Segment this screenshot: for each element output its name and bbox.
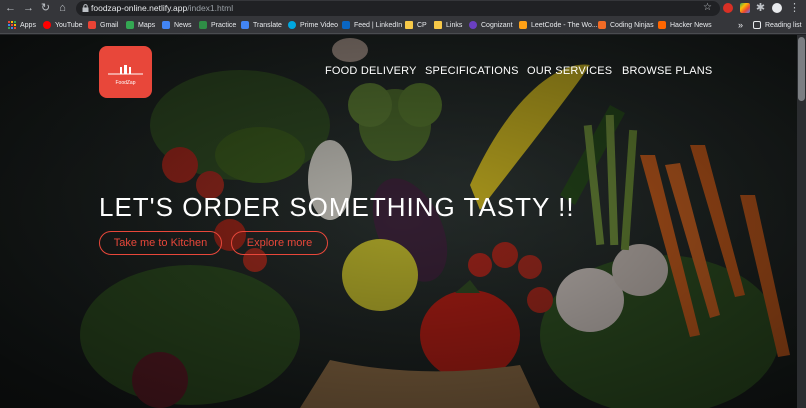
bookmark-apps[interactable]: Apps	[8, 17, 36, 33]
prime-video-icon	[288, 21, 296, 29]
leetcode-icon	[519, 21, 527, 29]
bookmark-links[interactable]: Links	[434, 17, 462, 33]
explore-more-button[interactable]: Explore more	[231, 231, 328, 255]
bookmark-label: Cognizant	[481, 21, 513, 29]
reading-list-icon	[753, 21, 761, 29]
bookmark-label: Practice	[211, 21, 237, 29]
lock-icon	[82, 4, 89, 12]
nav-our-services[interactable]: OUR SERVICES	[527, 65, 612, 77]
bookmark-label: CP	[417, 21, 427, 29]
bookmark-news[interactable]: News	[162, 17, 192, 33]
hero-title: LET'S ORDER SOMETHING TASTY !!	[99, 192, 575, 222]
address-bar[interactable]: foodzap-online.netlify.app/index1.html ☆	[76, 1, 720, 16]
bookmark-prime-video[interactable]: Prime Video	[288, 17, 338, 33]
logo-text: FoodZap	[115, 80, 136, 86]
coding-ninjas-icon	[598, 21, 606, 29]
bookmark-label: YouTube	[55, 21, 83, 29]
back-icon[interactable]: ←	[4, 2, 17, 15]
bookmark-translate[interactable]: Translate	[241, 17, 282, 33]
bookmark-gmail[interactable]: Gmail	[88, 17, 118, 33]
bookmark-label: Prime Video	[300, 21, 339, 29]
bookmark-label: Feed | LinkedIn	[354, 21, 403, 29]
nav-food-delivery[interactable]: FOOD DELIVERY	[325, 65, 417, 77]
bookmark-label: Links	[446, 21, 463, 29]
bookmark-cp[interactable]: CP	[405, 17, 427, 33]
bookmark-hacker-news[interactable]: Hacker News	[658, 17, 712, 33]
folder-icon	[405, 21, 413, 29]
bookmarks-overflow-button[interactable]: »	[738, 17, 743, 33]
scrollbar-thumb[interactable]	[798, 37, 805, 101]
bookmark-practice[interactable]: Practice	[199, 17, 236, 33]
hacker-news-icon	[658, 21, 666, 29]
bookmark-label: Maps	[138, 21, 156, 29]
translate-icon	[241, 21, 249, 29]
bookmark-label: LeetCode - The Wo...	[531, 21, 598, 29]
reload-icon[interactable]: ↻	[39, 2, 52, 15]
extension-icon[interactable]	[740, 3, 750, 13]
linkedin-icon	[342, 21, 350, 29]
bookmark-maps[interactable]: Maps	[126, 17, 155, 33]
bookmark-leetcode[interactable]: LeetCode - The Wo...	[519, 17, 598, 33]
gmail-icon	[88, 21, 96, 29]
menu-icon[interactable]: ⋮	[788, 2, 801, 15]
apps-grid-icon	[8, 21, 16, 29]
foodzap-logo[interactable]: FoodZap	[99, 46, 152, 98]
bookmark-label: Translate	[253, 21, 282, 29]
url-path: /index1.html	[187, 3, 234, 13]
news-icon	[162, 21, 170, 29]
url-host: foodzap-online.netlify.app	[91, 3, 188, 13]
url-text: foodzap-online.netlify.app/index1.html	[91, 1, 233, 16]
cognizant-icon	[469, 21, 477, 29]
extension-icon[interactable]	[723, 3, 733, 13]
avatar[interactable]	[772, 3, 782, 13]
bookmark-coding-ninjas[interactable]: Coding Ninjas	[598, 17, 654, 33]
bookmark-cognizant[interactable]: Cognizant	[469, 17, 513, 33]
forward-icon[interactable]: →	[22, 2, 35, 15]
maps-icon	[126, 21, 134, 29]
bookmark-youtube[interactable]: YouTube	[43, 17, 83, 33]
bookmark-label: Coding Ninjas	[610, 21, 654, 29]
bookmark-linkedin[interactable]: Feed | LinkedIn	[342, 17, 402, 33]
reading-list-label: Reading list	[765, 21, 802, 29]
practice-icon	[199, 21, 207, 29]
bookmarks-bar: Apps YouTube Gmail Maps News Practice Tr…	[0, 17, 806, 34]
cutlery-logo-icon	[108, 65, 143, 75]
puzzle-icon[interactable]: ✱	[754, 2, 767, 15]
nav-browse-plans[interactable]: BROWSE PLANS	[622, 65, 712, 77]
bookmark-label: Hacker News	[670, 21, 712, 29]
reading-list-button[interactable]: Reading list	[753, 17, 802, 33]
take-me-to-kitchen-button[interactable]: Take me to Kitchen	[99, 231, 222, 255]
youtube-icon	[43, 21, 51, 29]
home-icon[interactable]: ⌂	[56, 2, 69, 15]
bookmark-label: Apps	[20, 21, 36, 29]
hero-section: FoodZap FOOD DELIVERY SPECIFICATIONS OUR…	[0, 35, 806, 408]
browser-toolbar: ← → ↻ ⌂ foodzap-online.netlify.app/index…	[0, 0, 806, 17]
nav-specifications[interactable]: SPECIFICATIONS	[425, 65, 519, 77]
bookmark-label: Gmail	[100, 21, 119, 29]
folder-icon	[434, 21, 442, 29]
bookmark-label: News	[174, 21, 192, 29]
bookmark-star-icon[interactable]: ☆	[703, 2, 712, 13]
